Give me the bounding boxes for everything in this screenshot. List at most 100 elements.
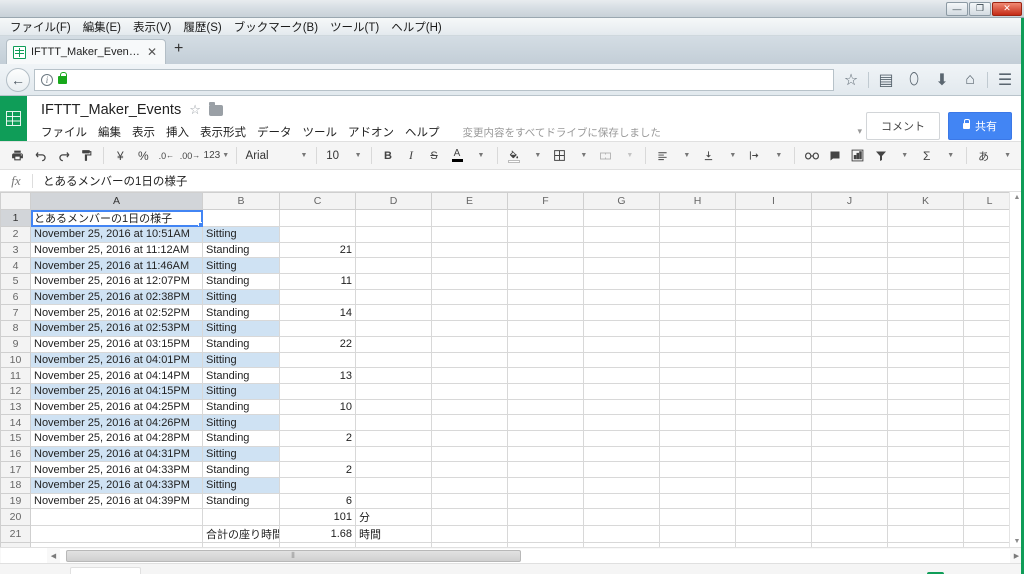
cell-K5[interactable]	[887, 273, 964, 290]
cell-F22[interactable]	[507, 542, 584, 547]
cell-I10[interactable]	[735, 351, 812, 369]
library-icon[interactable]: ▤	[873, 68, 899, 92]
cell-L18[interactable]	[963, 477, 1009, 494]
cell-K1[interactable]	[887, 209, 964, 227]
cell-E9[interactable]	[431, 335, 508, 353]
cell-F17[interactable]	[507, 461, 584, 478]
paint-format-button[interactable]	[75, 144, 98, 167]
currency-button[interactable]: ¥	[109, 144, 132, 167]
cell-H21[interactable]	[659, 525, 736, 544]
row-header-21[interactable]: 21	[0, 525, 31, 544]
sheets-menu-help[interactable]: ヘルプ	[405, 124, 447, 140]
cell-L1[interactable]	[963, 209, 1009, 227]
cell-A14[interactable]: November 25, 2016 at 04:26PM	[30, 414, 203, 431]
cell-B13[interactable]: Standing	[202, 398, 280, 416]
cell-J2[interactable]	[811, 226, 888, 243]
cell-C16[interactable]	[279, 445, 356, 463]
all-sheets-button[interactable]	[36, 567, 64, 574]
cell-E12[interactable]	[431, 382, 508, 400]
cell-F14[interactable]	[507, 414, 584, 431]
cell-C9[interactable]: 22	[279, 335, 356, 353]
row-header-17[interactable]: 17	[0, 461, 31, 478]
italic-button[interactable]: I	[400, 144, 423, 167]
cell-G18[interactable]	[583, 477, 660, 494]
cell-C5[interactable]: 11	[279, 273, 356, 290]
font-size-select[interactable]: 10 ▼	[322, 144, 365, 167]
chevron-down-icon[interactable]: ▾	[857, 126, 862, 137]
sheets-menu-addons[interactable]: アドオン	[348, 124, 401, 140]
cell-K14[interactable]	[887, 414, 964, 431]
cell-J8[interactable]	[811, 320, 888, 337]
cell-B8[interactable]: Sitting	[202, 320, 280, 337]
cell-I2[interactable]	[735, 226, 812, 243]
cell-C4[interactable]	[279, 257, 356, 275]
cell-E18[interactable]	[431, 477, 508, 494]
cell-L5[interactable]	[963, 273, 1009, 290]
cell-G8[interactable]	[583, 320, 660, 337]
cell-K2[interactable]	[887, 226, 964, 243]
table-row[interactable]: 16 November 25, 2016 at 04:31PM Sitting	[0, 445, 1009, 463]
cell-F15[interactable]	[507, 429, 584, 447]
cell-I4[interactable]	[735, 257, 812, 275]
table-row[interactable]: 8 November 25, 2016 at 02:53PM Sitting	[0, 320, 1009, 337]
page-title[interactable]: IFTTT_Maker_Events	[41, 102, 181, 118]
cell-K8[interactable]	[887, 320, 964, 337]
cell-E21[interactable]	[431, 525, 508, 544]
cell-K12[interactable]	[887, 382, 964, 400]
cell-B1[interactable]	[202, 209, 280, 227]
cell-I6[interactable]	[735, 288, 812, 306]
cell-F16[interactable]	[507, 445, 584, 463]
cell-H3[interactable]	[659, 241, 736, 259]
sheets-menu-tools[interactable]: ツール	[303, 124, 345, 140]
cell-K3[interactable]	[887, 241, 964, 259]
cell-B7[interactable]: Standing	[202, 304, 280, 322]
cell-A22[interactable]	[30, 542, 203, 547]
row-header-3[interactable]: 3	[0, 241, 31, 259]
cell-K10[interactable]	[887, 351, 964, 369]
increase-decimal-button[interactable]: .00 →	[178, 144, 202, 167]
ime-dropdown[interactable]: ▼	[995, 144, 1018, 167]
row-header-12[interactable]: 12	[0, 382, 31, 400]
cell-I17[interactable]	[735, 461, 812, 478]
sheets-menu-data[interactable]: データ	[257, 124, 299, 140]
row-header-16[interactable]: 16	[0, 445, 31, 463]
filter-dropdown[interactable]: ▼	[892, 144, 915, 167]
cell-I1[interactable]	[735, 209, 812, 227]
cell-J16[interactable]	[811, 445, 888, 463]
menu-history[interactable]: 履歴(S)	[177, 19, 227, 35]
cell-L15[interactable]	[963, 429, 1009, 447]
cell-E17[interactable]	[431, 461, 508, 478]
downloads-icon[interactable]: ⬇	[929, 68, 955, 92]
cell-J17[interactable]	[811, 461, 888, 478]
strikethrough-button[interactable]: S	[423, 144, 446, 167]
cell-H2[interactable]	[659, 226, 736, 243]
cell-B20[interactable]	[202, 508, 280, 527]
cell-D12[interactable]	[355, 382, 432, 400]
cell-H13[interactable]	[659, 398, 736, 416]
cell-L14[interactable]	[963, 414, 1009, 431]
cell-A19[interactable]: November 25, 2016 at 04:39PM	[30, 492, 203, 510]
cell-L7[interactable]	[963, 304, 1009, 322]
sheet-tab-1[interactable]: シート1 ▾	[70, 566, 141, 574]
cell-K22[interactable]	[887, 542, 964, 547]
cell-F4[interactable]	[507, 257, 584, 275]
cell-I14[interactable]	[735, 414, 812, 431]
text-color-dropdown[interactable]: ▼	[469, 144, 492, 167]
cell-E14[interactable]	[431, 414, 508, 431]
cell-C15[interactable]: 2	[279, 429, 356, 447]
cell-K18[interactable]	[887, 477, 964, 494]
cell-J12[interactable]	[811, 382, 888, 400]
cell-L21[interactable]	[963, 525, 1009, 544]
home-icon[interactable]: ⌂	[957, 68, 983, 92]
cell-I9[interactable]	[735, 335, 812, 353]
fill-color-dropdown[interactable]: ▼	[525, 144, 548, 167]
cell-G13[interactable]	[583, 398, 660, 416]
cell-G11[interactable]	[583, 367, 660, 384]
cell-A4[interactable]: November 25, 2016 at 11:46AM	[30, 257, 203, 275]
cell-E13[interactable]	[431, 398, 508, 416]
cell-H11[interactable]	[659, 367, 736, 384]
row-header-1[interactable]: 1	[0, 209, 31, 227]
merge-cells-button[interactable]	[594, 144, 617, 167]
cell-E22[interactable]	[431, 542, 508, 547]
cell-H19[interactable]	[659, 492, 736, 510]
